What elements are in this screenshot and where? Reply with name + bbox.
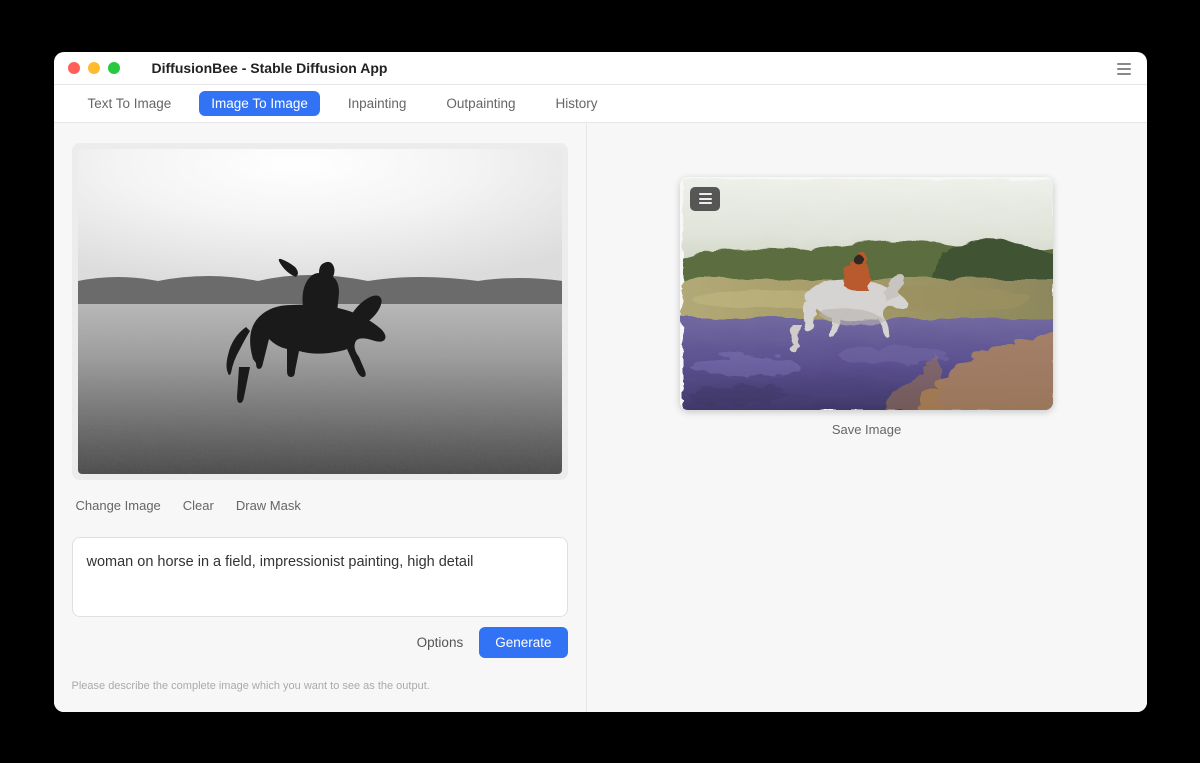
image-actions-row: Change Image Clear Draw Mask xyxy=(72,480,568,519)
clear-image-button[interactable]: Clear xyxy=(183,498,214,513)
output-menu-button[interactable] xyxy=(690,187,720,211)
save-image-button[interactable]: Save Image xyxy=(832,422,901,437)
input-image-svg xyxy=(78,149,562,474)
app-menu-button[interactable] xyxy=(1115,60,1133,78)
tab-inpainting[interactable]: Inpainting xyxy=(336,91,419,116)
traffic-lights xyxy=(68,62,120,74)
maximize-window-button[interactable] xyxy=(108,62,120,74)
input-image-frame xyxy=(72,143,568,480)
tab-history[interactable]: History xyxy=(543,91,609,116)
change-image-button[interactable]: Change Image xyxy=(76,498,161,513)
output-image-svg xyxy=(680,177,1053,410)
titlebar: DiffusionBee - Stable Diffusion App xyxy=(54,52,1147,85)
options-button[interactable]: Options xyxy=(417,635,464,650)
minimize-window-button[interactable] xyxy=(88,62,100,74)
tab-bar: Text To Image Image To Image Inpainting … xyxy=(54,85,1147,123)
output-image[interactable] xyxy=(680,177,1053,410)
prompt-hint: Please describe the complete image which… xyxy=(72,680,568,692)
app-window: DiffusionBee - Stable Diffusion App Text… xyxy=(54,52,1147,712)
generate-button[interactable]: Generate xyxy=(479,627,567,658)
tab-text-to-image[interactable]: Text To Image xyxy=(76,91,184,116)
content-area: Change Image Clear Draw Mask Options Gen… xyxy=(54,123,1147,712)
hamburger-icon xyxy=(1117,63,1131,65)
input-image[interactable] xyxy=(78,149,562,474)
right-pane: Save Image xyxy=(587,123,1147,712)
generate-row: Options Generate xyxy=(72,627,568,658)
prompt-input[interactable] xyxy=(72,537,568,617)
draw-mask-button[interactable]: Draw Mask xyxy=(236,498,301,513)
tab-image-to-image[interactable]: Image To Image xyxy=(199,91,320,116)
window-title: DiffusionBee - Stable Diffusion App xyxy=(152,60,388,76)
tab-outpainting[interactable]: Outpainting xyxy=(434,91,527,116)
close-window-button[interactable] xyxy=(68,62,80,74)
hamburger-icon xyxy=(699,193,712,195)
left-pane: Change Image Clear Draw Mask Options Gen… xyxy=(54,123,587,712)
